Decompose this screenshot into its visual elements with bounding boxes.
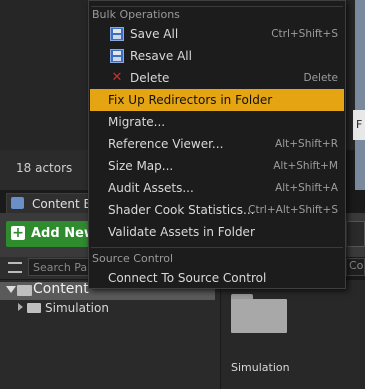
menu-item-label: Migrate... [108, 115, 166, 129]
menu-item-label: Audit Assets... [108, 181, 194, 195]
delete-icon: ✕ [111, 70, 123, 85]
content-browser-tab-label: Content Br [32, 197, 97, 211]
folder-body [231, 299, 287, 333]
preview-tab[interactable]: F [353, 110, 365, 140]
tree-item-label: Content [33, 281, 89, 297]
menu-divider [91, 247, 343, 248]
toolbar-button[interactable] [346, 221, 365, 247]
menu-item-shortcut: Alt+Shift+A [275, 182, 338, 194]
menu-item-connect-source-control[interactable]: Connect To Source Control [90, 267, 344, 289]
menu-item-delete[interactable]: ✕ Delete Delete [90, 67, 344, 89]
simulation-folder-thumbnail[interactable] [231, 294, 287, 334]
folder-icon [27, 303, 41, 313]
menu-item-shortcut: Ctrl+Alt+Shift+S [248, 204, 338, 216]
menu-item-migrate[interactable]: Migrate... [90, 111, 344, 133]
menu-item-audit-assets[interactable]: Audit Assets... Alt+Shift+A [90, 177, 344, 199]
tree-item-simulation[interactable]: Simulation [45, 301, 109, 315]
menu-item-label: Save All [130, 27, 179, 41]
menu-item-reference-viewer[interactable]: Reference Viewer... Alt+Shift+R [90, 133, 344, 155]
expand-arrow-icon[interactable] [6, 286, 16, 293]
asset-label: Simulation [231, 361, 290, 374]
menu-item-label: Delete [130, 71, 170, 85]
menu-item-resave-all[interactable]: Resave All [90, 45, 344, 67]
content-browser-tab[interactable]: Content Br [6, 193, 97, 213]
search-assets-input[interactable]: Co [346, 258, 365, 276]
menu-item-shortcut: Delete [303, 72, 339, 84]
menu-item-shortcut: Ctrl+Shift+S [271, 28, 338, 40]
menu-item-shortcut: Alt+Shift+M [273, 160, 338, 172]
menu-item-label: Connect To Source Control [108, 271, 267, 285]
viewport-preview-strip [355, 0, 365, 190]
actor-count: 18 actors [16, 161, 73, 175]
add-icon: + [11, 225, 25, 241]
floppy-disk-icon [110, 27, 124, 41]
section-header-source-control: Source Control [92, 252, 174, 265]
menu-item-shortcut: Alt+Shift+R [275, 138, 338, 150]
menu-item-fix-up-redirectors[interactable]: Fix Up Redirectors in Folder [90, 89, 344, 111]
content-browser-icon [11, 197, 24, 209]
menu-item-label: Size Map... [108, 159, 174, 173]
floppy-disk-icon [110, 49, 124, 63]
search-paths-input[interactable]: Search Pa [28, 258, 90, 276]
menu-item-shader-cook-statistics[interactable]: Shader Cook Statistics... Ctrl+Alt+Shift… [90, 199, 344, 221]
menu-item-label: Resave All [130, 49, 192, 63]
add-new-label: Add New [31, 226, 96, 241]
menu-item-size-map[interactable]: Size Map... Alt+Shift+M [90, 155, 344, 177]
folder-context-menu: Bulk Operations Save All Ctrl+Shift+S Re… [88, 0, 346, 289]
menu-item-label: Validate Assets in Folder [108, 225, 255, 239]
menu-item-save-all[interactable]: Save All Ctrl+Shift+S [90, 23, 344, 45]
add-new-button[interactable]: + Add New [6, 221, 96, 247]
filter-icon[interactable] [8, 262, 22, 273]
section-header-bulk-operations: Bulk Operations [92, 8, 180, 21]
menu-item-label: Reference Viewer... [108, 137, 224, 151]
folder-icon [17, 285, 32, 296]
menu-item-label: Shader Cook Statistics... [108, 203, 255, 217]
menu-divider [91, 6, 343, 7]
menu-item-validate-assets[interactable]: Validate Assets in Folder [90, 221, 344, 243]
collapse-arrow-icon[interactable] [18, 303, 23, 311]
menu-item-label: Fix Up Redirectors in Folder [108, 93, 273, 107]
